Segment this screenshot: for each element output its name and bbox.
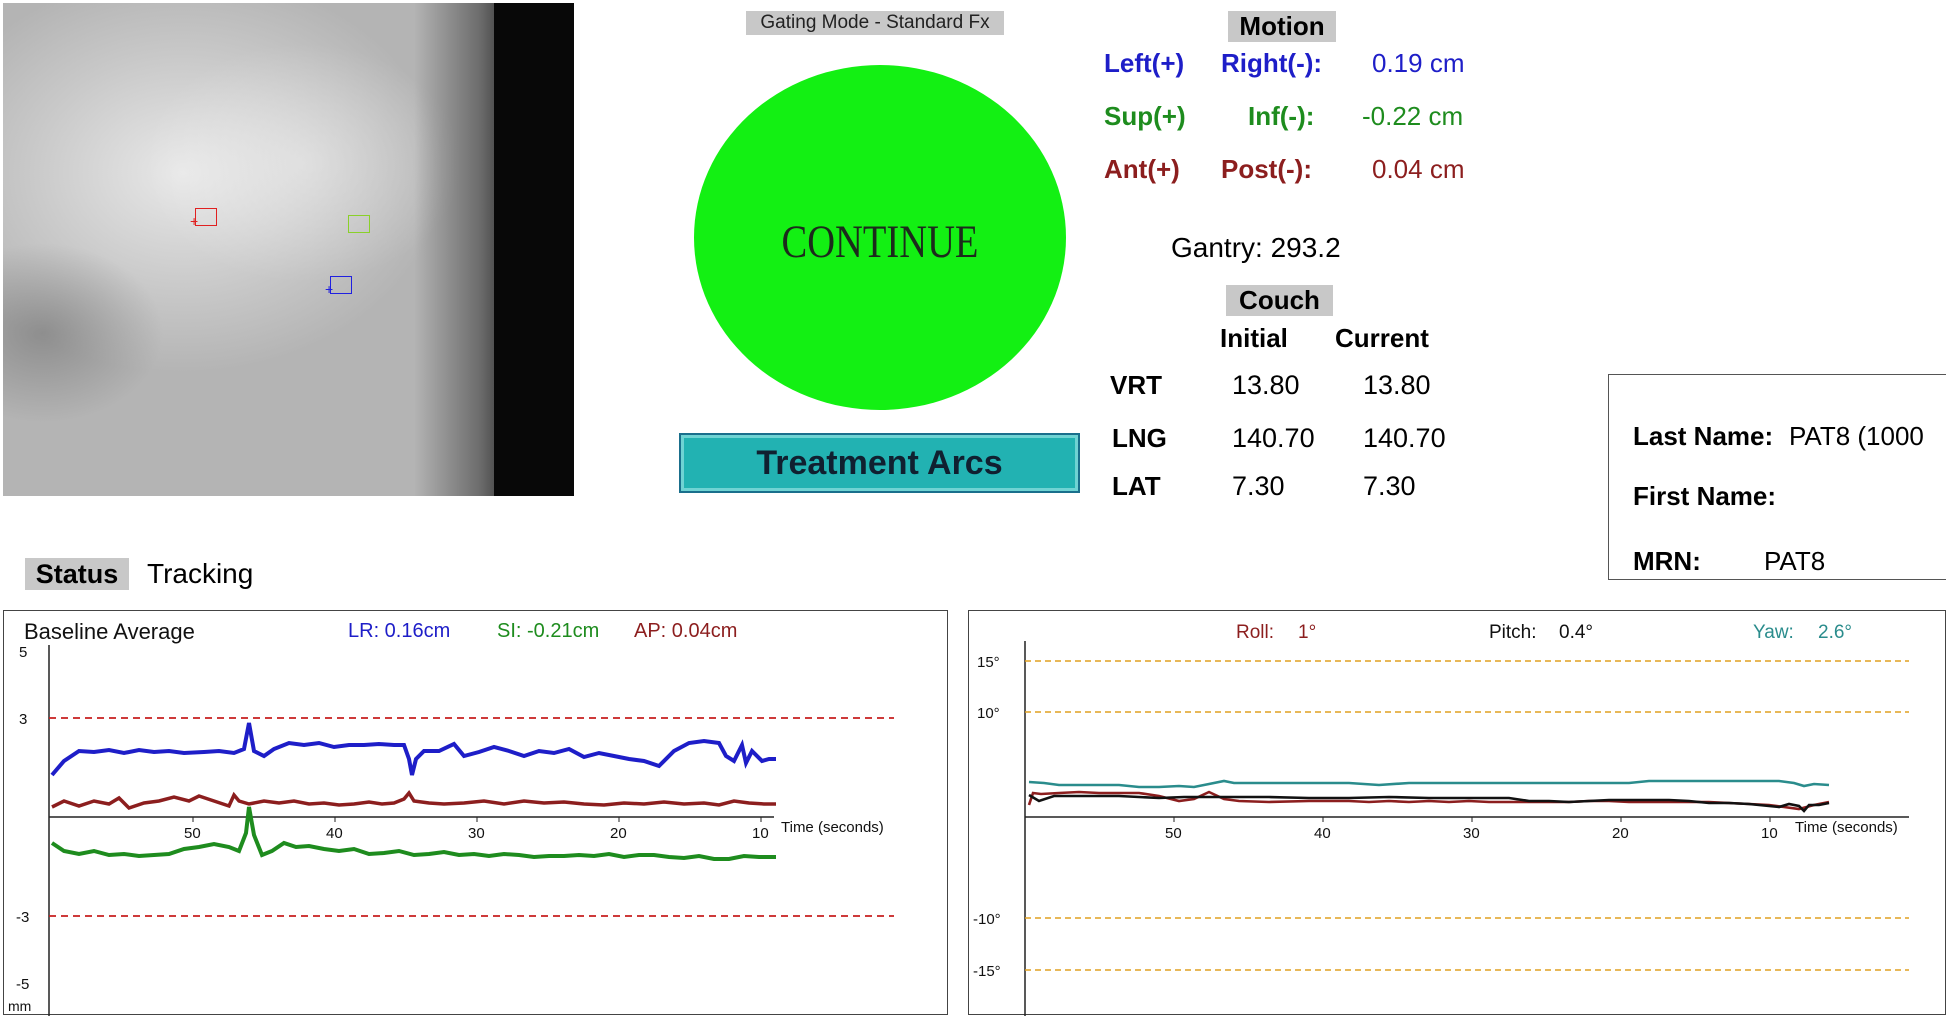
roll-label: Roll:: [1236, 622, 1274, 643]
series-pitch-line: [1028, 793, 1830, 813]
x-tick-label: 50: [1165, 825, 1182, 842]
gating-status-text: CONTINUE: [781, 216, 979, 268]
tracking-marker-green: [348, 215, 370, 233]
gating-mode-label: Gating Mode - Standard Fx: [746, 11, 1004, 35]
translation-y-ticks: 5 3 -3 -5 mm: [8, 644, 31, 1014]
x-tick-label: 50: [184, 825, 201, 842]
svg-text:3: 3: [19, 711, 27, 728]
ap-average: AP: 0.04cm: [634, 620, 737, 642]
yaw-label: Yaw:: [1753, 622, 1794, 643]
motion-title: Motion: [1228, 11, 1336, 42]
lr-average: LR: 0.16cm: [348, 620, 450, 642]
rotation-x-axis-label: Time (seconds): [1795, 819, 1898, 836]
mrn-label: MRN:: [1633, 546, 1701, 576]
couch-col-current: Current: [1335, 323, 1429, 353]
couch-row-label: LAT: [1112, 471, 1161, 501]
couch-title: Couch: [1226, 285, 1333, 316]
svg-text:-3: -3: [16, 909, 29, 926]
translation-chart-panel: Baseline Average LR: 0.16cm SI: -0.21cm …: [3, 610, 948, 1016]
svg-text:10°: 10°: [977, 705, 1000, 722]
last-name-value: PAT8 (1000: [1789, 421, 1924, 451]
status-value: Tracking: [147, 558, 254, 589]
series-roll-line: [1027, 790, 1830, 811]
motion-inf-label: Inf(-):: [1248, 101, 1315, 131]
baseline-average-title: Baseline Average: [24, 619, 195, 644]
rotation-chart-panel: Roll: 1° Pitch: 0.4° Yaw: 2.6° 15° 10° -…: [968, 610, 1946, 1016]
patient-info-panel: Last Name: PAT8 (1000 First Name: MRN: P…: [1608, 374, 1946, 580]
translation-chart: Baseline Average LR: 0.16cm SI: -0.21cm …: [8, 619, 894, 1016]
svg-text:15°: 15°: [977, 654, 1000, 671]
roll-value: 1°: [1298, 622, 1316, 643]
motion-post-label: Post(-):: [1221, 154, 1312, 184]
couch-row-label: LNG: [1112, 423, 1167, 453]
motion-si-value: -0.22 cm: [1362, 101, 1464, 131]
rotation-chart: Roll: 1° Pitch: 0.4° Yaw: 2.6° 15° 10° -…: [973, 622, 1909, 1016]
rotation-x-ticks: 50 40 30 20 10: [1165, 817, 1778, 842]
status-label: Status: [25, 558, 129, 590]
couch-current-value: 13.80: [1363, 370, 1431, 400]
couch-initial-value: 13.80: [1232, 370, 1300, 400]
x-tick-label: 20: [610, 825, 627, 842]
motion-sup-label: Sup(+): [1104, 101, 1186, 131]
motion-right-label: Right(-):: [1221, 48, 1323, 78]
x-tick-label: 40: [326, 825, 343, 842]
motion-lr-value: 0.19 cm: [1372, 48, 1465, 78]
motion-ant-label: Ant(+): [1104, 154, 1180, 184]
svg-text:-15°: -15°: [973, 963, 1001, 980]
motion-left-label: Left(+): [1104, 48, 1185, 78]
translation-x-ticks: 50 40 30 20 10: [184, 817, 769, 842]
couch-initial-value: 140.70: [1232, 423, 1315, 453]
series-ap-line: [51, 790, 776, 811]
last-name-label: Last Name:: [1633, 421, 1774, 451]
translation-x-axis-label: Time (seconds): [781, 819, 884, 836]
pitch-value: 0.4°: [1559, 622, 1593, 643]
svg-text:-5: -5: [16, 976, 29, 993]
x-tick-label: 20: [1612, 825, 1629, 842]
svg-text:5: 5: [19, 644, 27, 661]
si-average: SI: -0.21cm: [497, 620, 599, 642]
couch-current-value: 140.70: [1363, 423, 1446, 453]
rotation-threshold-lines: [1025, 660, 1909, 971]
gantry-angle: Gantry: 293.2: [1171, 232, 1341, 263]
motion-ap-value: 0.04 cm: [1372, 154, 1465, 184]
rotation-y-ticks: 15° 10° -10° -15°: [973, 654, 1001, 980]
svg-text:-10°: -10°: [973, 911, 1001, 928]
treatment-arcs-button[interactable]: Treatment Arcs: [679, 433, 1080, 493]
couch-current-value: 7.30: [1363, 471, 1416, 501]
series-si-line: [50, 806, 776, 861]
yaw-value: 2.6°: [1818, 622, 1852, 643]
y-unit-label: mm: [8, 998, 31, 1014]
couch-initial-value: 7.30: [1232, 471, 1285, 501]
couch-col-initial: Initial: [1220, 323, 1288, 353]
x-tick-label: 30: [468, 825, 485, 842]
xray-image: + +: [3, 3, 574, 496]
couch-row-label: VRT: [1110, 370, 1162, 400]
tracking-marker-red: +: [190, 208, 217, 228]
x-tick-label: 10: [752, 825, 769, 842]
pitch-label: Pitch:: [1489, 622, 1537, 643]
series-lr-line: [50, 722, 776, 777]
series-yaw-line: [1028, 779, 1830, 789]
x-tick-label: 10: [1761, 825, 1778, 842]
tracking-marker-blue: +: [325, 276, 352, 296]
mrn-value: PAT8: [1764, 546, 1826, 576]
first-name-label: First Name:: [1633, 481, 1777, 511]
x-tick-label: 40: [1314, 825, 1331, 842]
x-tick-label: 30: [1463, 825, 1480, 842]
